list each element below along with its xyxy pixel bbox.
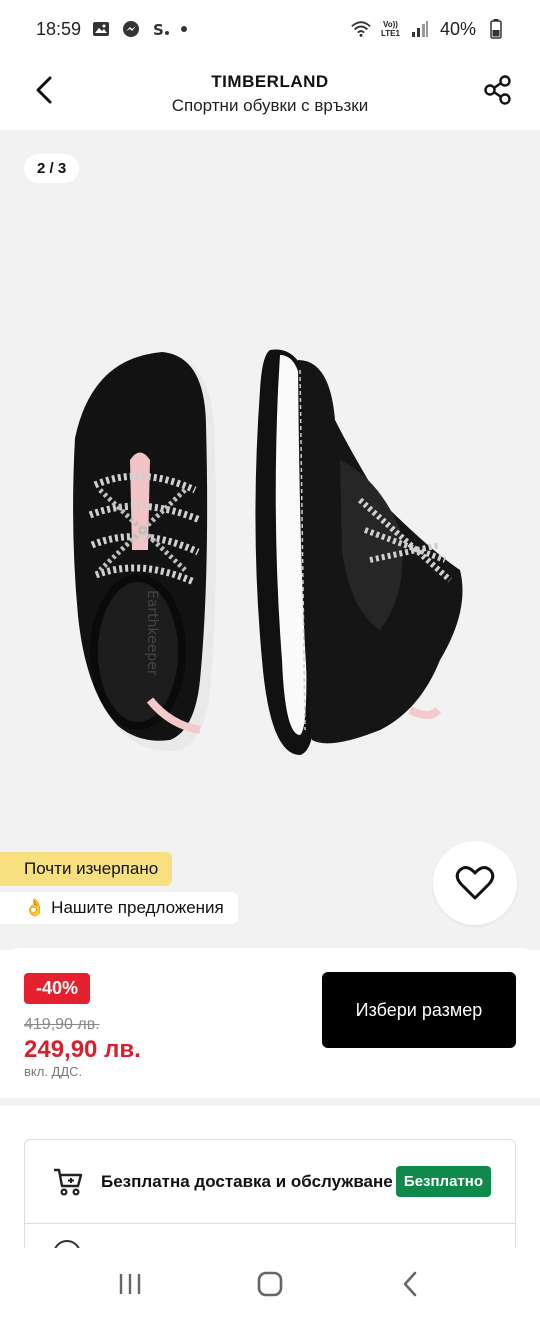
status-time: 18:59 bbox=[36, 18, 82, 39]
product-title: Спортни обувки с връзки bbox=[171, 96, 369, 115]
status-left: 18:59 S bbox=[36, 18, 188, 40]
gallery-notification-icon bbox=[91, 19, 111, 39]
more-notifications-icon bbox=[181, 26, 188, 32]
low-stock-badge: Почти изчерпано bbox=[0, 852, 173, 886]
status-bar: 18:59 S Vo)) LTE1 40% bbox=[0, 0, 540, 58]
product-image[interactable]: Earthkeeper bbox=[0, 330, 540, 770]
section-divider bbox=[0, 1098, 540, 1106]
system-nav-bar bbox=[0, 1248, 540, 1320]
heart-icon bbox=[455, 866, 495, 900]
ok-hand-icon: 👌 bbox=[24, 898, 46, 917]
offers-link[interactable]: 👌 Нашите предложения bbox=[0, 892, 238, 924]
app-notification-icon: S bbox=[151, 19, 171, 39]
recent-apps-button[interactable] bbox=[100, 1259, 160, 1309]
shoe-top-view: Earthkeeper bbox=[73, 352, 217, 751]
discount-badge: -40% bbox=[24, 973, 91, 1004]
header-titles: TIMBERLAND Спортни обувки с връзки bbox=[172, 72, 368, 116]
image-counter: 2 / 3 bbox=[24, 154, 80, 183]
messenger-notification-icon bbox=[121, 19, 141, 39]
brand-name[interactable]: TIMBERLAND bbox=[172, 72, 368, 92]
select-size-button[interactable]: Избери размер bbox=[322, 972, 516, 1048]
current-price: 249,90 лв. bbox=[24, 1036, 141, 1063]
svg-text:S: S bbox=[153, 21, 164, 38]
offers-label: Нашите предложения bbox=[51, 898, 224, 917]
svg-text:Earthkeeper: Earthkeeper bbox=[144, 590, 160, 676]
shoe-side-view bbox=[255, 349, 463, 755]
share-icon bbox=[484, 75, 511, 105]
delivery-card: Безплатна доставка и обслужване Безплатн… bbox=[24, 1139, 516, 1259]
back-arrow-icon bbox=[36, 76, 52, 104]
status-right: Vo)) LTE1 40% bbox=[351, 19, 506, 40]
nav-back-icon bbox=[403, 1271, 417, 1297]
signal-icon bbox=[410, 19, 430, 39]
free-delivery-row[interactable]: Безплатна доставка и обслужване Безплатн… bbox=[25, 1140, 515, 1224]
wifi-icon bbox=[351, 19, 371, 39]
home-icon bbox=[257, 1271, 283, 1297]
battery-icon bbox=[486, 19, 506, 39]
product-gallery[interactable]: 2 / 3 Earthkeeper Почти изчерпано 👌 Наши… bbox=[0, 130, 540, 950]
share-button[interactable] bbox=[480, 72, 516, 108]
back-button[interactable] bbox=[26, 72, 62, 108]
favorite-button[interactable] bbox=[433, 841, 517, 925]
free-badge: Безплатно bbox=[395, 1166, 491, 1197]
cart-icon bbox=[51, 1165, 85, 1199]
delivery-title: Безплатна доставка и обслужване bbox=[101, 1171, 393, 1191]
lte-indicator: Vo)) LTE1 bbox=[381, 20, 400, 38]
home-button[interactable] bbox=[240, 1259, 300, 1309]
old-price: 419,90 лв. bbox=[24, 1016, 100, 1033]
app-header: TIMBERLAND Спортни обувки с връзки bbox=[0, 58, 540, 130]
system-back-button[interactable] bbox=[380, 1259, 440, 1309]
battery-percent: 40% bbox=[439, 18, 476, 39]
vat-note: вкл. ДДС. bbox=[24, 1064, 83, 1079]
price-sheet: -40% 419,90 лв. 249,90 лв. вкл. ДДС. Изб… bbox=[0, 948, 540, 1098]
recent-apps-icon bbox=[119, 1274, 141, 1294]
